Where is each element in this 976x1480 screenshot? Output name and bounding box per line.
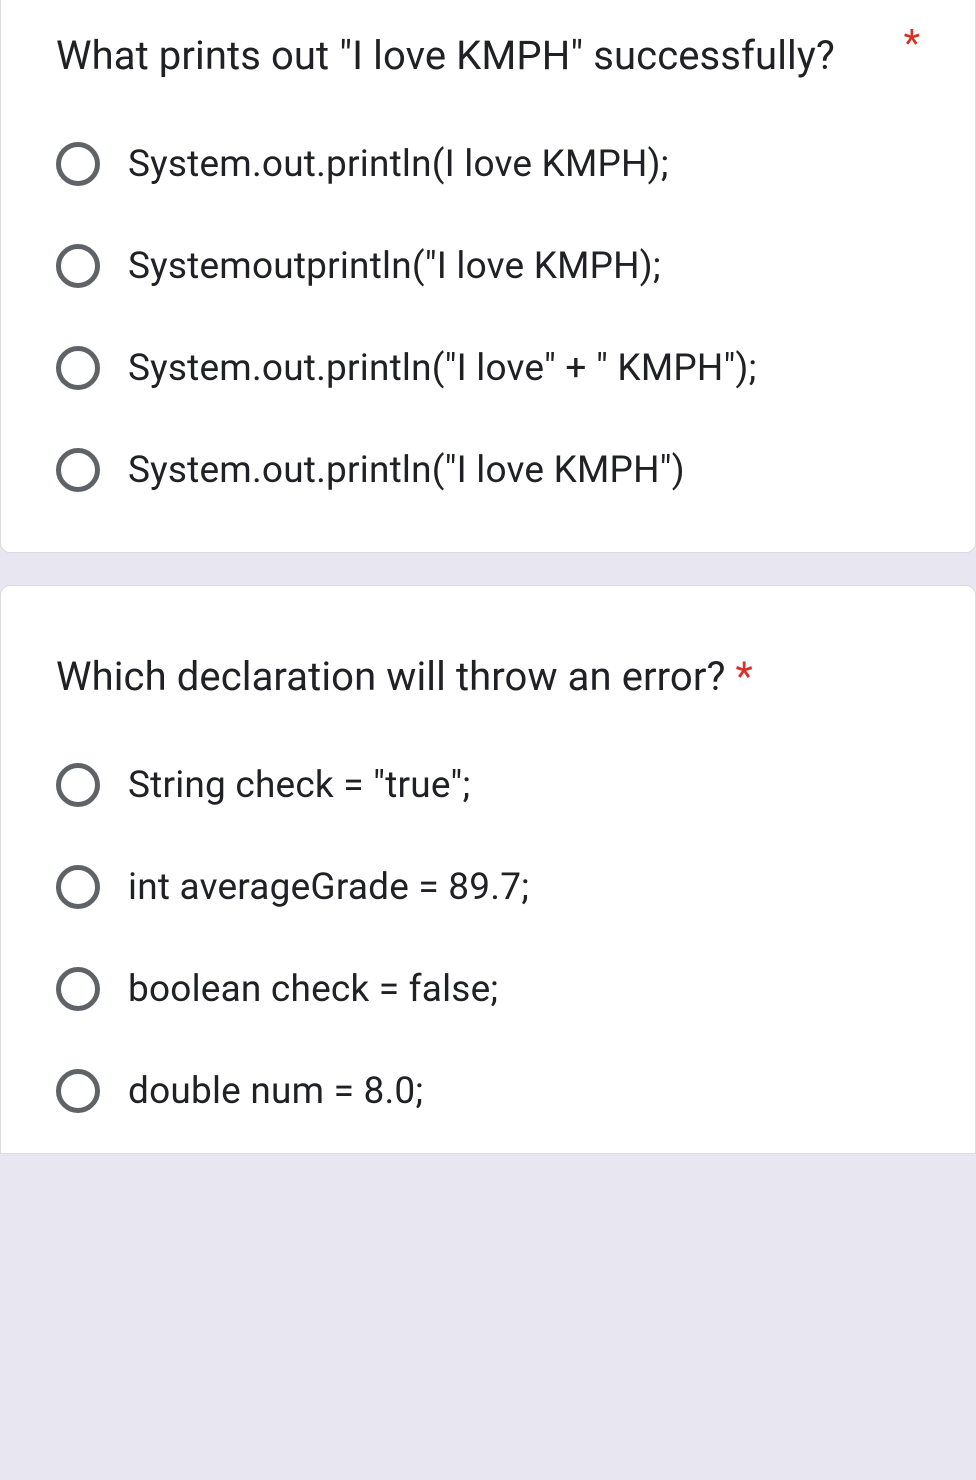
radio-option[interactable]: System.out.println(I love KMPH); — [56, 142, 920, 186]
question-text-1: What prints out "I love KMPH" successful… — [56, 25, 894, 87]
question-text-span: Which declaration will throw an error? — [56, 653, 736, 700]
radio-icon — [56, 244, 100, 288]
radio-icon — [56, 967, 100, 1011]
radio-icon — [56, 865, 100, 909]
radio-icon — [56, 448, 100, 492]
question-header-1: What prints out "I love KMPH" successful… — [56, 25, 920, 87]
radio-option[interactable]: System.out.println("I love KMPH") — [56, 448, 920, 492]
radio-icon — [56, 346, 100, 390]
question-text-2: Which declaration will throw an error? * — [56, 646, 920, 708]
radio-option[interactable]: System.out.println("I love" + " KMPH"); — [56, 346, 920, 390]
required-asterisk-1: * — [904, 25, 920, 63]
radio-option[interactable]: Systemoutprintln("I love KMPH); — [56, 244, 920, 288]
required-asterisk-2: * — [736, 653, 753, 700]
radio-icon — [56, 1069, 100, 1113]
question-card-1: What prints out "I love KMPH" successful… — [0, 0, 976, 553]
option-label: String check = "true"; — [128, 764, 470, 807]
options-group-2: String check = "true"; int averageGrade … — [56, 763, 920, 1113]
option-label: boolean check = false; — [128, 968, 498, 1011]
option-label: int averageGrade = 89.7; — [128, 866, 529, 909]
option-label: System.out.println("I love" + " KMPH"); — [128, 347, 757, 390]
option-label: Systemoutprintln("I love KMPH); — [128, 245, 661, 288]
question-header-2: Which declaration will throw an error? * — [56, 646, 920, 708]
option-label: System.out.println("I love KMPH") — [128, 449, 685, 492]
radio-icon — [56, 142, 100, 186]
option-label: double num = 8.0; — [128, 1070, 423, 1113]
radio-option[interactable]: double num = 8.0; — [56, 1069, 920, 1113]
radio-option[interactable]: boolean check = false; — [56, 967, 920, 1011]
radio-option[interactable]: String check = "true"; — [56, 763, 920, 807]
form-container: What prints out "I love KMPH" successful… — [0, 0, 976, 1480]
radio-option[interactable]: int averageGrade = 89.7; — [56, 865, 920, 909]
radio-icon — [56, 763, 100, 807]
option-label: System.out.println(I love KMPH); — [128, 143, 669, 186]
options-group-1: System.out.println(I love KMPH); Systemo… — [56, 142, 920, 492]
question-card-2: Which declaration will throw an error? *… — [0, 585, 976, 1154]
